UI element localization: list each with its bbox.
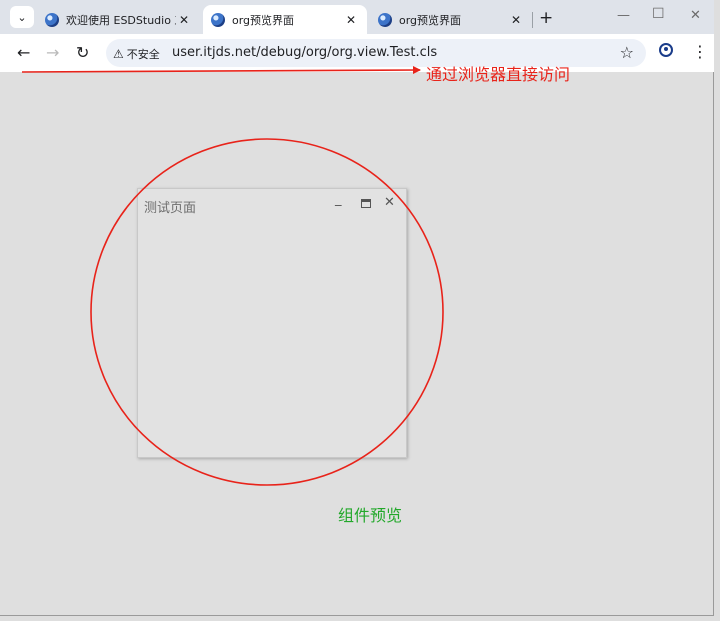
annotation-label: 通过浏览器直接访问 <box>426 65 571 84</box>
annotation-arrow <box>21 66 421 75</box>
annotation-layer <box>21 66 444 486</box>
component-preview-label: 组件预览 <box>338 506 403 525</box>
highlight-circle <box>90 138 444 486</box>
